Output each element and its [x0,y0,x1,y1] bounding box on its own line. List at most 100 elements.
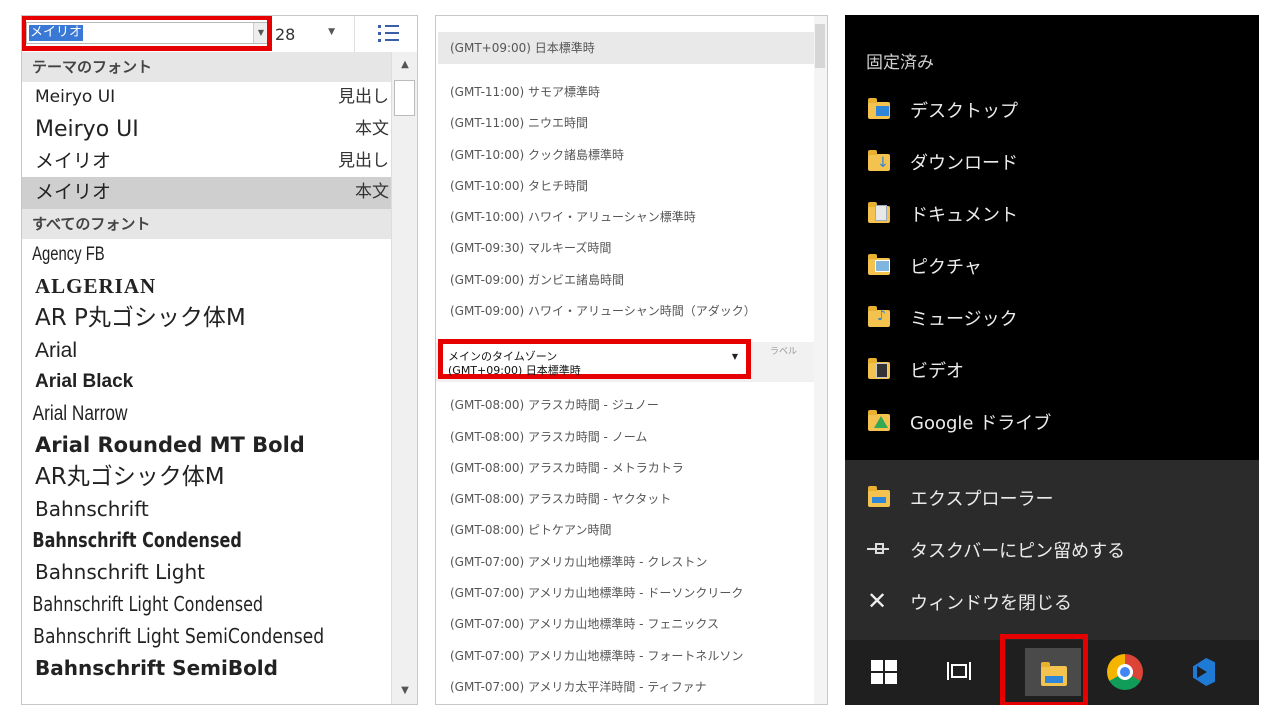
font-item-label: Meiryo UI [35,87,116,107]
font-item[interactable]: Bahnschrift Light SemiCondensed [22,621,339,653]
font-size-combobox[interactable]: 28 ▼ [272,22,342,44]
font-item[interactable]: Bahnschrift Light [22,557,391,589]
font-item[interactable]: メイリオ 見出し [22,146,391,178]
font-item-label: Meiryo UI [35,116,139,142]
font-item-tag: 見出し [338,87,389,107]
font-item[interactable]: Arial Black [22,366,391,398]
action-label: ウィンドウを閉じる [910,593,1072,614]
explorer-icon [867,486,891,508]
font-item[interactable]: AR丸ゴシック体M [22,462,391,494]
font-item-tag: 見出し [338,150,389,171]
timezone-panel: (GMT+09:00) 日本標準時 (GMT-11:00) サモア標準時 (GM… [435,15,828,705]
timezone-option[interactable]: (GMT-08:00) アラスカ時間 - ノーム [450,428,647,445]
toolbar-divider [354,16,355,52]
jump-list-actions: エクスプローラー タスクバーにピン留めする ✕ ウィンドウを閉じる [845,460,1259,640]
close-window-action[interactable]: ✕ ウィンドウを閉じる [845,577,1259,627]
pinned-item-music[interactable]: ♪ ミュージック [845,293,1259,343]
scroll-thumb[interactable] [394,80,415,116]
font-item[interactable]: Bahnschrift [22,494,391,526]
windows-start-icon[interactable] [865,652,905,692]
chrome-icon[interactable] [1105,652,1145,692]
font-item[interactable]: Arial [22,335,391,367]
open-explorer-action[interactable]: エクスプローラー [845,473,1259,523]
pinned-item-pictures[interactable]: ピクチャ [845,241,1259,291]
font-item-label: メイリオ [35,181,112,204]
dropdown-value[interactable]: (GMT+09:00) 日本標準時 [448,362,581,378]
font-item-tag: 本文 [355,182,389,203]
bullet-list-icon[interactable] [378,23,400,43]
timezone-option[interactable]: (GMT-08:00) ピトケアン時間 [450,521,612,538]
action-label: エクスプローラー [910,489,1054,510]
timezone-option[interactable]: (GMT-07:00) アメリカ山地標準時 - フォートネルソン [450,647,743,664]
font-item[interactable]: ALGERIAN [22,271,391,303]
timezone-scrollbar[interactable] [814,16,827,704]
scroll-thumb[interactable] [815,24,825,68]
caret-down-icon[interactable]: ▼ [732,352,738,361]
timezone-option[interactable]: (GMT-09:00) ガンビエ諸島時間 [450,271,624,288]
timezone-option[interactable]: (GMT-10:00) クック諸島標準時 [450,146,624,163]
google-drive-folder-icon [867,410,891,432]
main-timezone-dropdown[interactable]: メインのタイムゾーン (GMT+09:00) 日本標準時 ▼ [438,339,751,379]
pinned-item-downloads[interactable]: ↓ ダウンロード [845,137,1259,187]
chevron-down-icon[interactable]: ▼ [328,27,335,37]
font-item[interactable]: Bahnschrift Light Condensed [22,589,317,621]
timezone-option[interactable]: (GMT-07:00) アメリカ太平洋時間 - ティファナ [450,678,707,695]
timezone-option[interactable]: (GMT-07:00) アメリカ山地標準時 - ドーソンクリーク [450,584,743,601]
scroll-up-icon[interactable]: ▲ [392,54,417,76]
timezone-option[interactable]: (GMT-07:00) アメリカ山地標準時 - フェニックス [450,615,719,632]
pinned-item-google-drive[interactable]: Google ドライブ [845,397,1259,447]
pinned-item-documents[interactable]: ドキュメント [845,189,1259,239]
pinned-item-desktop[interactable]: デスクトップ [845,85,1259,135]
pinned-item-label: Google ドライブ [910,413,1052,434]
downloads-folder-icon: ↓ [867,150,891,172]
scroll-down-icon[interactable]: ▼ [392,680,417,702]
font-item[interactable]: Bahnschrift Condensed [22,525,317,557]
videos-folder-icon [867,358,891,380]
font-dropdown-panel: メイリオ ▼ 28 ▼ テーマのフォント Meiryo UI 見出し Meiry… [21,15,418,705]
pinned-item-videos[interactable]: ビデオ [845,345,1259,395]
vscode-icon[interactable] [1183,652,1223,692]
timezone-option[interactable]: (GMT-11:00) サモア標準時 [450,83,600,100]
font-item-label: メイリオ [35,149,112,172]
timezone-option[interactable]: (GMT-10:00) ハワイ・アリューシャン標準時 [450,208,696,225]
font-item-selected[interactable]: メイリオ 本文 [22,177,391,210]
action-label: タスクバーにピン留めする [910,541,1126,562]
timezone-option[interactable]: (GMT-07:00) アメリカ山地標準時 - クレストン [450,553,707,570]
pin-to-taskbar-action[interactable]: タスクバーにピン留めする [845,525,1259,575]
font-item[interactable]: AR P丸ゴシック体M [22,303,391,335]
font-item[interactable]: Bahnschrift SemiBold [22,653,391,685]
desktop-folder-icon [867,98,891,120]
font-item[interactable]: Agency FB [22,239,310,271]
task-view-icon[interactable] [941,652,981,692]
pictures-folder-icon [867,254,891,276]
timezone-option[interactable]: (GMT-08:00) アラスカ時間 - メトラカトラ [450,459,684,476]
music-folder-icon: ♪ [867,306,891,328]
font-size-value[interactable]: 28 [275,25,295,44]
font-item[interactable]: Meiryo UI 見出し [22,82,391,114]
font-item[interactable]: Arial Rounded MT Bold [22,430,391,462]
font-item-tag: 本文 [355,118,389,139]
close-icon: ✕ [867,587,888,615]
font-list-scrollbar[interactable]: ▲ ▼ [391,52,417,704]
pinned-item-label: ミュージック [910,309,1018,330]
pinned-item-label: ドキュメント [910,205,1018,226]
timezone-option[interactable]: (GMT-11:00) ニウエ時間 [450,114,588,131]
highlight-box [1000,634,1088,705]
pinned-item-label: ピクチャ [910,257,982,278]
pin-icon [867,538,891,560]
theme-fonts-header: テーマのフォント [22,52,391,82]
font-item[interactable]: Meiryo UI 本文 [22,114,391,146]
timezone-option[interactable]: (GMT-10:00) タヒチ時間 [450,177,588,194]
timezone-selected-label[interactable]: (GMT+09:00) 日本標準時 [450,39,595,56]
highlight-box [22,16,272,51]
timezone-option[interactable]: (GMT-08:00) アラスカ時間 - ヤクタット [450,490,671,507]
pinned-item-label: デスクトップ [910,101,1018,122]
timezone-option[interactable]: (GMT-09:30) マルキーズ時間 [450,239,611,256]
timezone-option[interactable]: (GMT-08:00) アラスカ時間 - ジュノー [450,396,659,413]
pinned-header: 固定済み [866,53,934,73]
font-toolbar: メイリオ ▼ 28 ▼ [22,16,417,52]
documents-folder-icon [867,202,891,224]
timezone-option[interactable]: (GMT-09:00) ハワイ・アリューシャン時間（アダック） [450,302,756,319]
pinned-item-label: ダウンロード [910,153,1018,174]
font-item[interactable]: Arial Narrow [22,398,325,430]
